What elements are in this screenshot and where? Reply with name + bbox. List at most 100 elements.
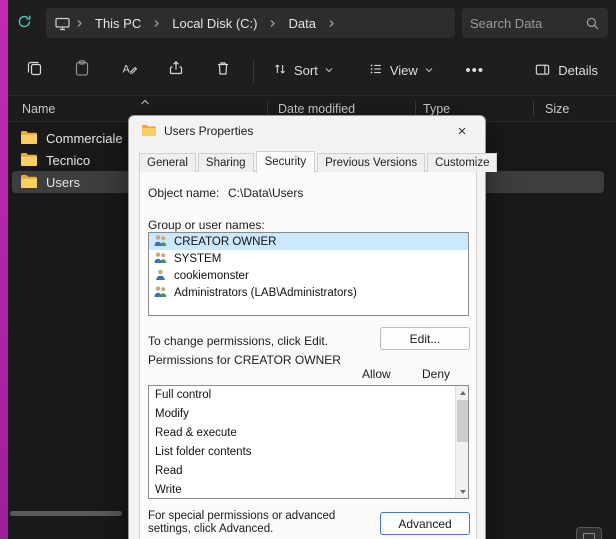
vertical-scrollbar[interactable]	[455, 386, 468, 498]
ellipsis-icon: •••	[465, 62, 484, 79]
edit-hint: To change permissions, click Edit.	[148, 334, 328, 348]
principal-name: CREATOR OWNER	[174, 236, 276, 248]
navigation-bar: This PC Local Disk (C:) Data	[8, 0, 616, 46]
permission-row-list-folder-contents[interactable]: List folder contents	[149, 443, 468, 462]
share-icon	[167, 59, 185, 82]
more-options-button[interactable]: •••	[460, 54, 490, 88]
address-bar[interactable]: This PC Local Disk (C:) Data	[46, 8, 455, 38]
permission-row-read-execute[interactable]: Read & execute	[149, 424, 468, 443]
rename-icon: A	[120, 59, 138, 82]
breadcrumb-local-disk-c[interactable]: Local Disk (C:)	[165, 13, 264, 34]
chevron-right-icon	[73, 18, 86, 29]
this-pc-icon	[54, 15, 71, 32]
chevron-down-icon	[424, 63, 434, 78]
group-user-listbox: CREATOR OWNER SYSTEM cookiemonster Admin…	[148, 232, 469, 316]
chevron-down-icon	[324, 63, 334, 78]
group-list-label: Group or user names:	[148, 218, 265, 232]
image-glyph	[583, 533, 595, 539]
group-row-system[interactable]: SYSTEM	[149, 250, 468, 267]
permission-row-read[interactable]: Read	[149, 462, 468, 481]
advanced-button[interactable]: Advanced	[380, 512, 470, 535]
chevron-right-icon	[150, 18, 163, 29]
details-pane-button[interactable]: Details	[524, 55, 608, 87]
sort-label: Sort	[294, 63, 318, 78]
trash-icon	[214, 59, 232, 82]
refresh-button[interactable]	[12, 12, 36, 34]
group-row-administrators[interactable]: Administrators (LAB\Administrators)	[149, 284, 468, 301]
folder-icon	[20, 174, 37, 191]
window-preview-icon[interactable]	[576, 527, 602, 539]
delete-button[interactable]	[204, 54, 242, 88]
sort-ascending-icon	[139, 96, 151, 110]
dialog-title-bar[interactable]: Users Properties ×	[129, 116, 485, 146]
close-button[interactable]: ×	[445, 119, 479, 143]
advanced-hint: For special permissions or advanced sett…	[148, 510, 376, 536]
scrollbar-thumb[interactable]	[457, 400, 468, 442]
column-divider[interactable]	[533, 101, 534, 117]
search-box	[462, 8, 608, 38]
scroll-up-icon[interactable]	[456, 386, 469, 399]
column-header-name[interactable]: Name	[22, 102, 55, 116]
toolbar-divider	[253, 59, 254, 83]
share-button[interactable]	[157, 54, 195, 88]
group-row-creator-owner[interactable]: CREATOR OWNER	[149, 233, 468, 250]
tab-security[interactable]: Security	[256, 151, 316, 173]
file-name: Tecnico	[46, 153, 90, 168]
permissions-listbox: Full control Modify Read & execute List …	[148, 385, 469, 499]
user-icon	[153, 268, 168, 284]
refresh-icon	[16, 13, 33, 33]
principal-name: SYSTEM	[174, 253, 221, 265]
view-menu-button[interactable]: View	[360, 55, 442, 86]
users-properties-dialog: Users Properties × General Sharing Secur…	[128, 115, 486, 539]
paste-button[interactable]	[63, 54, 101, 88]
tab-sharing[interactable]: Sharing	[198, 153, 254, 172]
chevron-right-icon	[266, 18, 279, 29]
view-label: View	[390, 63, 418, 78]
view-icon	[368, 61, 384, 80]
copy-button[interactable]	[16, 54, 54, 88]
dialog-title: Users Properties	[164, 124, 253, 138]
breadcrumb-this-pc[interactable]: This PC	[88, 13, 148, 34]
group-icon	[153, 285, 168, 301]
svg-text:A: A	[123, 64, 131, 76]
permission-row-modify[interactable]: Modify	[149, 405, 468, 424]
permissions-caption: Permissions for CREATOR OWNER	[148, 354, 353, 367]
left-accent-strip	[0, 0, 8, 539]
deny-column-label: Deny	[422, 367, 450, 381]
principal-name: cookiemonster	[174, 270, 249, 282]
breadcrumb-data[interactable]: Data	[281, 13, 322, 34]
tab-customize[interactable]: Customize	[427, 153, 497, 172]
tab-general[interactable]: General	[139, 153, 196, 172]
command-toolbar: A Sort View ••• Details	[8, 46, 616, 96]
folder-icon	[141, 124, 156, 139]
sort-menu-button[interactable]: Sort	[264, 55, 342, 86]
details-label: Details	[558, 63, 598, 78]
object-name-label: Object name:	[148, 186, 219, 200]
tab-previous-versions[interactable]: Previous Versions	[317, 153, 425, 172]
edit-button[interactable]: Edit...	[380, 327, 470, 350]
paste-icon	[73, 59, 91, 82]
permission-row-write[interactable]: Write	[149, 481, 468, 500]
column-header-size[interactable]: Size	[545, 102, 569, 116]
screen: This PC Local Disk (C:) Data A	[0, 0, 616, 539]
scroll-down-icon[interactable]	[456, 485, 469, 498]
permission-row-full-control[interactable]: Full control	[149, 386, 468, 405]
dialog-tabs: General Sharing Security Previous Versio…	[139, 150, 499, 172]
horizontal-scrollbar[interactable]	[10, 511, 122, 516]
group-icon	[153, 234, 168, 250]
security-tab-page: Object name: C:\Data\Users Group or user…	[139, 171, 477, 539]
rename-button[interactable]: A	[110, 54, 148, 88]
file-name: Commerciale	[46, 131, 123, 146]
column-header-type[interactable]: Type	[423, 102, 450, 116]
allow-column-label: Allow	[362, 367, 391, 381]
column-header-date-modified[interactable]: Date modified	[278, 102, 355, 116]
copy-icon	[26, 59, 44, 82]
search-input[interactable]	[470, 16, 585, 31]
details-pane-icon	[534, 61, 551, 81]
user-row-cookiemonster[interactable]: cookiemonster	[149, 267, 468, 284]
file-name: Users	[46, 175, 80, 190]
search-icon	[585, 16, 600, 31]
principal-name: Administrators (LAB\Administrators)	[174, 287, 357, 299]
group-icon	[153, 251, 168, 267]
folder-icon	[20, 152, 37, 169]
